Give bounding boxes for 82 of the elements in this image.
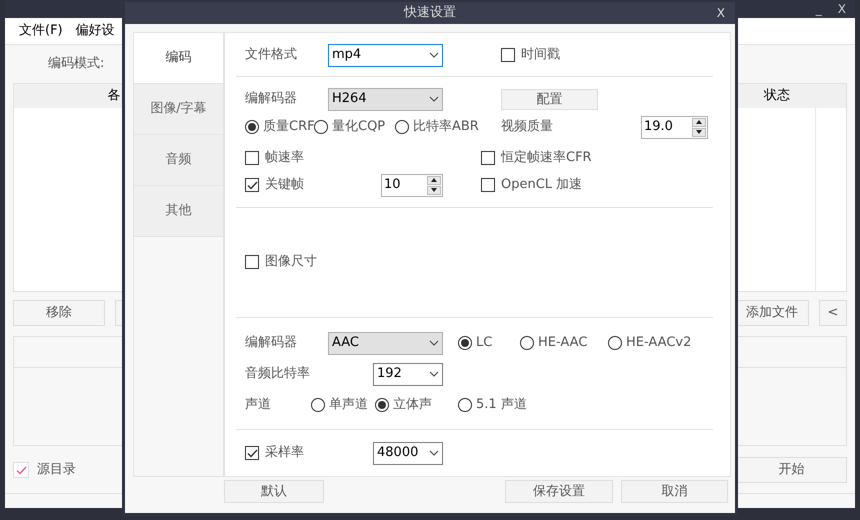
- radio-button[interactable]: [245, 120, 259, 134]
- check-icon: [16, 466, 26, 474]
- radio-button[interactable]: [520, 336, 534, 350]
- radio-label: HE-AAC: [538, 334, 588, 352]
- collapse-button[interactable]: <: [819, 300, 847, 326]
- down-arrow-icon: [696, 130, 702, 134]
- radio-label: LC: [476, 334, 492, 352]
- column-header[interactable]: 状态: [738, 86, 816, 106]
- close-button[interactable]: X: [716, 4, 725, 22]
- radio-button[interactable]: [458, 398, 472, 412]
- field-label: 文件格式: [245, 46, 298, 64]
- cancel-button[interactable]: 取消: [621, 480, 728, 503]
- checkbox-label: 关键帧: [265, 176, 304, 194]
- checkbox-label: 采样率: [265, 444, 304, 462]
- tab[interactable]: 音频: [134, 135, 223, 186]
- down-arrow-icon: [431, 188, 437, 192]
- checkbox[interactable]: [245, 151, 259, 165]
- menu-item[interactable]: 文件(F): [19, 21, 63, 41]
- checkbox[interactable]: [245, 255, 259, 269]
- close-button[interactable]: X: [838, 0, 846, 18]
- chevron-down-icon: [429, 52, 439, 58]
- field-label: 编解码器: [245, 334, 298, 352]
- checkbox-label: 时间戳: [521, 46, 560, 64]
- checkbox-label: 源目录: [37, 461, 76, 480]
- checkbox[interactable]: [245, 178, 259, 192]
- spin-up-button[interactable]: [692, 118, 706, 126]
- spin-down-button[interactable]: [427, 186, 441, 194]
- radio-label: 量化CQP: [332, 118, 386, 136]
- radio-button[interactable]: [311, 398, 325, 412]
- minimize-button[interactable]: _: [816, 0, 822, 18]
- dialog-title: 快速设置: [404, 4, 456, 22]
- field-label: 声道: [245, 396, 272, 414]
- config-button[interactable]: 配置: [501, 88, 598, 110]
- checkbox[interactable]: [481, 178, 495, 192]
- radio-label: 5.1 声道: [476, 396, 527, 414]
- up-arrow-icon: [431, 178, 437, 182]
- chevron-down-icon: [429, 450, 439, 456]
- field-label: 音频比特率: [245, 365, 311, 384]
- number-field[interactable]: 19.0: [641, 116, 708, 138]
- checkbox[interactable]: [501, 48, 515, 62]
- checkbox-label: 恒定帧速率CFR: [501, 149, 592, 168]
- save-button[interactable]: 保存设置: [505, 480, 613, 503]
- default-button[interactable]: 默认: [224, 480, 324, 503]
- radio-button[interactable]: [375, 398, 389, 412]
- radio-label: 单声道: [329, 396, 368, 414]
- chevron-down-icon: [429, 96, 439, 102]
- encode-mode-label: 编码模式:: [48, 55, 104, 74]
- radio-button[interactable]: [314, 120, 328, 134]
- dropdown[interactable]: mp4: [328, 44, 443, 66]
- spin-up-button[interactable]: [427, 176, 441, 184]
- checkbox[interactable]: [245, 446, 259, 460]
- radio-label: 立体声: [393, 396, 432, 414]
- check-icon: [246, 180, 258, 190]
- menu-item[interactable]: 偏好设: [76, 21, 115, 41]
- radio-label: 质量CRF: [263, 118, 315, 136]
- add-file-button[interactable]: 添加文件: [735, 300, 809, 326]
- checkbox-label: 图像尺寸: [265, 253, 317, 272]
- tab[interactable]: 图像/字幕: [134, 84, 223, 135]
- tab[interactable]: 其他: [134, 186, 223, 237]
- radio-button[interactable]: [395, 120, 409, 134]
- chevron-down-icon: [429, 371, 439, 377]
- check-icon: [246, 448, 258, 458]
- field-label: 编解码器: [245, 90, 298, 108]
- dropdown[interactable]: 48000: [373, 442, 443, 464]
- radio-label: HE-AACv2: [626, 334, 692, 352]
- number-field[interactable]: 10: [381, 174, 443, 196]
- up-arrow-icon: [696, 120, 702, 124]
- checkbox-label: OpenCL 加速: [501, 176, 582, 194]
- checkbox-label: 帧速率: [265, 149, 304, 168]
- radio-button[interactable]: [458, 336, 472, 350]
- start-button[interactable]: 开始: [736, 457, 847, 483]
- radio-button[interactable]: [608, 336, 622, 350]
- remove-button[interactable]: 移除: [13, 300, 105, 326]
- dropdown[interactable]: 192: [373, 362, 443, 386]
- tab[interactable]: 编码: [134, 33, 223, 84]
- radio-label: 比特率ABR: [413, 118, 479, 136]
- dropdown[interactable]: AAC: [328, 332, 443, 354]
- checkbox[interactable]: [481, 151, 495, 165]
- chevron-down-icon: [429, 340, 439, 346]
- field-label: 视频质量: [501, 118, 554, 136]
- spin-down-button[interactable]: [692, 128, 706, 136]
- dropdown[interactable]: H264: [328, 88, 443, 110]
